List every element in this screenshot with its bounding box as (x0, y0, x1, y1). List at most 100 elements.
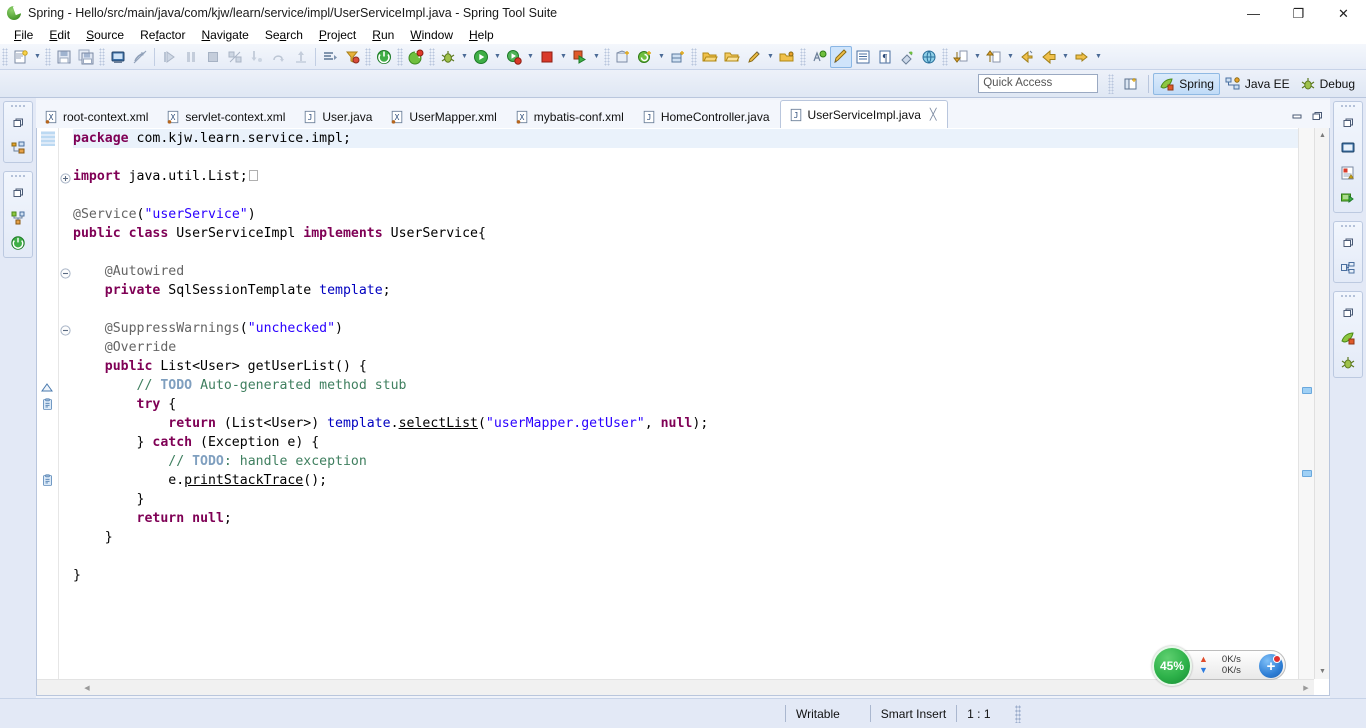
editor-tab-mybatis-conf-xml[interactable]: Xmybatis-conf.xml (507, 104, 634, 128)
toolbar-grip-8[interactable] (691, 47, 697, 66)
outline-icon[interactable] (1336, 257, 1360, 279)
code-line[interactable] (73, 300, 1298, 319)
fold-collapse-icon[interactable] (60, 323, 71, 341)
menu-file[interactable]: File (6, 26, 41, 44)
editor-gutter[interactable] (37, 128, 59, 679)
stack-grip-2[interactable] (10, 174, 26, 179)
perspective-spring[interactable]: Spring (1153, 72, 1220, 95)
spring-explorer-icon[interactable] (6, 207, 30, 229)
debug-icon[interactable] (437, 46, 459, 68)
editor-tab-servlet-context-xml[interactable]: Xservlet-context.xml (158, 104, 295, 128)
code-line[interactable]: @Override (73, 338, 1298, 357)
code-line[interactable]: // TODO Auto-generated method stub (73, 376, 1298, 395)
editor-tab-homecontroller-java[interactable]: J HomeController.java (634, 104, 780, 128)
toolbar-grip-2[interactable] (45, 47, 51, 66)
source-code[interactable]: package com.kjw.learn.service.impl; impo… (73, 128, 1298, 585)
resume-icon[interactable] (158, 46, 180, 68)
code-line[interactable] (73, 148, 1298, 167)
horizontal-scrollbar[interactable]: ◀ ▶ (37, 679, 1314, 695)
maximize-button[interactable]: ❐ (1276, 0, 1321, 26)
code-line[interactable]: import java.util.List; (73, 167, 1298, 186)
new-java-project-dropdown[interactable] (656, 46, 667, 68)
code-line[interactable]: return (List<User>) template.selectList(… (73, 414, 1298, 433)
boot-dashboard-icon[interactable] (373, 46, 395, 68)
quick-access-input[interactable]: Quick Access (978, 74, 1099, 93)
restore-icon-3[interactable] (1336, 112, 1360, 134)
stack-grip[interactable] (10, 104, 26, 109)
code-line[interactable]: @Service("userService") (73, 205, 1298, 224)
menu-run[interactable]: Run (364, 26, 402, 44)
menu-refactor[interactable]: Refactor (132, 26, 193, 44)
open-folder2-icon[interactable] (721, 46, 743, 68)
code-line[interactable]: } (73, 528, 1298, 547)
spring-view-icon[interactable] (1336, 327, 1360, 349)
overview-ruler[interactable] (1298, 128, 1314, 679)
restore-icon-4[interactable] (1336, 232, 1360, 254)
back-history-icon[interactable] (1016, 46, 1038, 68)
code-line[interactable] (73, 547, 1298, 566)
code-line[interactable]: } (73, 566, 1298, 585)
previous-annotation-icon[interactable] (950, 46, 972, 68)
code-line[interactable]: } catch (Exception e) { (73, 433, 1298, 452)
code-line[interactable]: package com.kjw.learn.service.impl; (73, 129, 1298, 148)
disconnect-icon[interactable] (224, 46, 246, 68)
toggle-ruler-icon[interactable] (896, 46, 918, 68)
run-server-dropdown[interactable] (525, 46, 536, 68)
stack-grip-5[interactable] (1340, 294, 1356, 299)
run-server-icon[interactable] (503, 46, 525, 68)
perspective-javaee[interactable]: Java EE (1220, 73, 1295, 95)
show-whitespace-icon[interactable] (852, 46, 874, 68)
search-pencil-icon[interactable] (743, 46, 765, 68)
run-icon[interactable] (470, 46, 492, 68)
toolbar-grip-6[interactable] (429, 47, 435, 66)
open-folder-icon[interactable] (699, 46, 721, 68)
new-wizard-dropdown[interactable] (32, 46, 43, 68)
console-icon[interactable] (1336, 137, 1360, 159)
code-line[interactable]: try { (73, 395, 1298, 414)
save-all-icon[interactable] (75, 46, 97, 68)
close-icon[interactable]: ╳ (930, 108, 937, 121)
fold-collapse-icon[interactable] (60, 266, 71, 284)
menu-navigate[interactable]: Navigate (193, 26, 256, 44)
code-line[interactable]: @SuppressWarnings("unchecked") (73, 319, 1298, 338)
terminate-icon[interactable] (202, 46, 224, 68)
new-class-icon[interactable] (667, 46, 689, 68)
editor-tab-userserviceimpl-java[interactable]: J UserServiceImpl.java ╳ (779, 100, 948, 128)
todo-marker[interactable] (1302, 386, 1312, 394)
perspective-grip[interactable] (1108, 73, 1115, 94)
close-button[interactable]: ✕ (1321, 0, 1366, 26)
stop-icon[interactable] (536, 46, 558, 68)
menu-source[interactable]: Source (78, 26, 132, 44)
new-wizard-icon[interactable] (10, 46, 32, 68)
code-line[interactable] (73, 243, 1298, 262)
code-line[interactable]: e.printStackTrace(); (73, 471, 1298, 490)
menu-project[interactable]: Project (311, 26, 364, 44)
debug-view-icon[interactable] (1336, 352, 1360, 374)
toolbar-grip[interactable] (2, 47, 8, 66)
suspend-icon[interactable] (180, 46, 202, 68)
code-line[interactable] (73, 186, 1298, 205)
search-pencil-dropdown[interactable] (765, 46, 776, 68)
maximize-icon[interactable] (1308, 108, 1326, 124)
stack-grip-3[interactable] (1340, 104, 1356, 109)
code-line[interactable]: private SqlSessionTemplate template; (73, 281, 1298, 300)
editor-tab-root-context-xml[interactable]: Xroot-context.xml (36, 104, 158, 128)
todo-marker[interactable] (1302, 469, 1312, 477)
editor-tab-usermapper-xml[interactable]: X UserMapper.xml (382, 104, 506, 128)
editor-folding-column[interactable] (59, 128, 73, 679)
toolbar-grip-9[interactable] (800, 47, 806, 66)
editor-tab-user-java[interactable]: J User.java (295, 104, 382, 128)
run-external-icon[interactable] (569, 46, 591, 68)
todo-task-icon[interactable] (41, 474, 54, 492)
code-line[interactable]: @Autowired (73, 262, 1298, 281)
open-resource-icon[interactable] (776, 46, 798, 68)
problems-icon[interactable] (1336, 162, 1360, 184)
toolbar-grip-4[interactable] (365, 47, 371, 66)
stack-grip-4[interactable] (1340, 224, 1356, 229)
run-external-dropdown[interactable] (591, 46, 602, 68)
toolbar-grip-10[interactable] (942, 47, 948, 66)
new-java-project-icon[interactable] (634, 46, 656, 68)
previous-annotation-dropdown[interactable] (972, 46, 983, 68)
restore-icon-2[interactable] (6, 182, 30, 204)
import-fold-box-icon[interactable] (248, 170, 258, 181)
